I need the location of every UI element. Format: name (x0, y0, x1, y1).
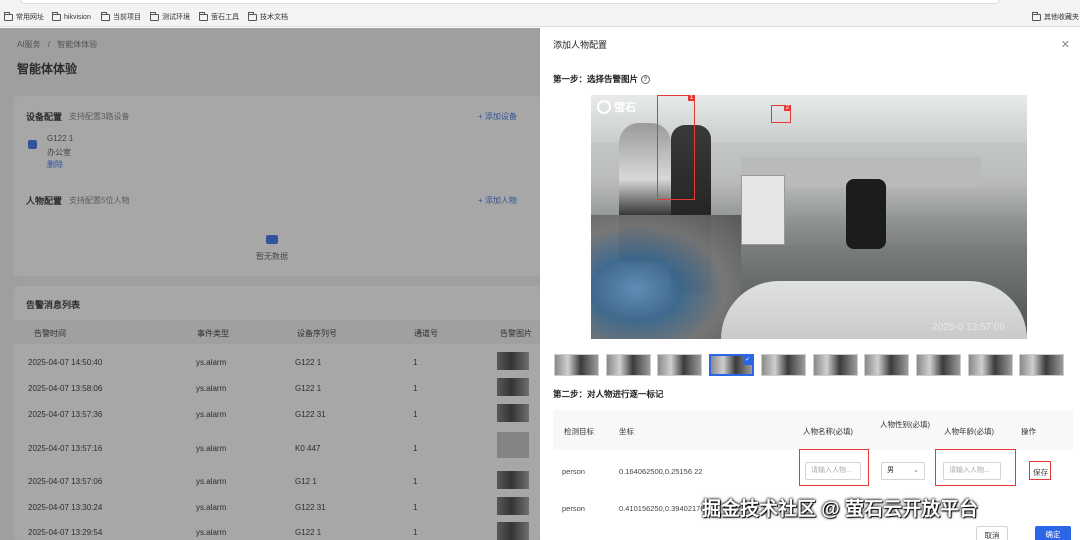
watermark: 掘金技术社区 @ 萤石云开放平台 (702, 499, 979, 520)
thumbnail[interactable] (813, 354, 858, 376)
bookmark-label: hikvision (64, 13, 91, 21)
camera-cabinet (741, 175, 785, 245)
person-name-input[interactable]: 请输入人物... (805, 462, 861, 480)
folder-icon (4, 11, 13, 21)
drawer-title: 添加人物配置 (553, 40, 608, 50)
bookmark-label: 其他收藏夹 (1044, 14, 1079, 21)
gender-select[interactable]: 男 ⌄ (881, 462, 925, 480)
check-icon: ✓ (743, 356, 752, 365)
bookmark-other[interactable]: 其他收藏夹 (1032, 11, 1079, 23)
box-label: 1 (687, 95, 695, 101)
column-header: 坐标 (619, 427, 634, 436)
person-age-input[interactable]: 请输入人物... (943, 462, 1001, 480)
thumbnail[interactable] (606, 354, 651, 376)
cell-coords: 0.410156250,0.39402176 (619, 504, 705, 513)
alarm-image-preview[interactable]: 萤石 1 2 2025-0 13:57:06 (591, 95, 1027, 339)
detection-box-1[interactable]: 1 (657, 95, 695, 200)
bookmark-item[interactable]: 当前项目 (101, 11, 141, 23)
bookmark-item[interactable]: 萤石工具 (199, 11, 239, 23)
cell-coords: 0.164062500,0.25156 22 (619, 467, 703, 476)
bookmark-label: 常用网址 (16, 14, 44, 21)
folder-icon (150, 11, 159, 21)
cell-target: person (562, 504, 585, 513)
bookmark-item[interactable]: hikvision (52, 11, 91, 23)
thumbnail[interactable] (1019, 354, 1064, 376)
modal-overlay[interactable] (0, 28, 540, 540)
bookmark-label: 技术文档 (260, 14, 288, 21)
detection-box-2[interactable]: 2 (771, 105, 791, 123)
camera-chair (846, 179, 886, 249)
column-header: 人物名称(必填) (803, 427, 853, 436)
folder-icon (248, 11, 257, 21)
chevron-down-icon: ⌄ (913, 467, 919, 474)
folder-icon (52, 11, 61, 21)
column-header: 人物年龄(必填) (944, 427, 994, 436)
bookmark-label: 测试环境 (162, 14, 190, 21)
save-link[interactable]: 保存 (1033, 467, 1048, 478)
folder-icon (101, 11, 110, 21)
bookmark-item[interactable]: 测试环境 (150, 11, 190, 23)
thumbnail[interactable] (916, 354, 961, 376)
step2-title: 第二步：对人物进行逐一标记 (553, 389, 664, 399)
bookmark-item[interactable]: 技术文档 (248, 11, 288, 23)
folder-icon (199, 11, 208, 21)
step1-label: 第一步：选择告警图片 (553, 74, 639, 84)
column-header: 人物性别(必填) (880, 420, 930, 429)
ok-button[interactable]: 确定 (1035, 526, 1071, 540)
camera-cables (591, 215, 741, 339)
thumbnail[interactable] (968, 354, 1013, 376)
logo-mark-icon (597, 100, 611, 114)
column-header: 操作 (1021, 427, 1036, 436)
thumbnail-selected[interactable]: ✓ (709, 354, 754, 376)
cell-target: person (562, 467, 585, 476)
thumbnail[interactable] (657, 354, 702, 376)
thumbnail[interactable] (554, 354, 599, 376)
bookmark-label: 当前项目 (113, 14, 141, 21)
thumbnail[interactable] (864, 354, 909, 376)
box-label: 2 (783, 105, 791, 111)
camera-timestamp: 2025-0 13:57:06 (932, 322, 1005, 333)
cancel-button[interactable]: 取消 (976, 526, 1008, 540)
add-person-drawer: 添加人物配置 ✕ 第一步：选择告警图片? 萤石 1 2 2025-0 13:57… (540, 28, 1080, 540)
bookmark-label: 萤石工具 (211, 14, 239, 21)
close-icon[interactable]: ✕ (1061, 38, 1070, 51)
gender-value: 男 (887, 467, 894, 474)
help-icon[interactable]: ? (641, 75, 651, 85)
column-header: 检测目标 (564, 427, 594, 436)
address-bar-strip (0, 0, 1080, 6)
step1-title: 第一步：选择告警图片? (553, 73, 651, 85)
ezviz-logo: 萤石 (597, 99, 636, 115)
thumbnail[interactable] (761, 354, 806, 376)
logo-text: 萤石 (614, 102, 636, 114)
folder-icon (1032, 11, 1041, 21)
address-bar[interactable] (20, 0, 1000, 4)
bookmark-item[interactable]: 常用网址 (4, 11, 44, 23)
bookmarks-bar: 常用网址 hikvision 当前项目 测试环境 萤石工具 技术文档 其他收藏夹 (0, 0, 1080, 27)
